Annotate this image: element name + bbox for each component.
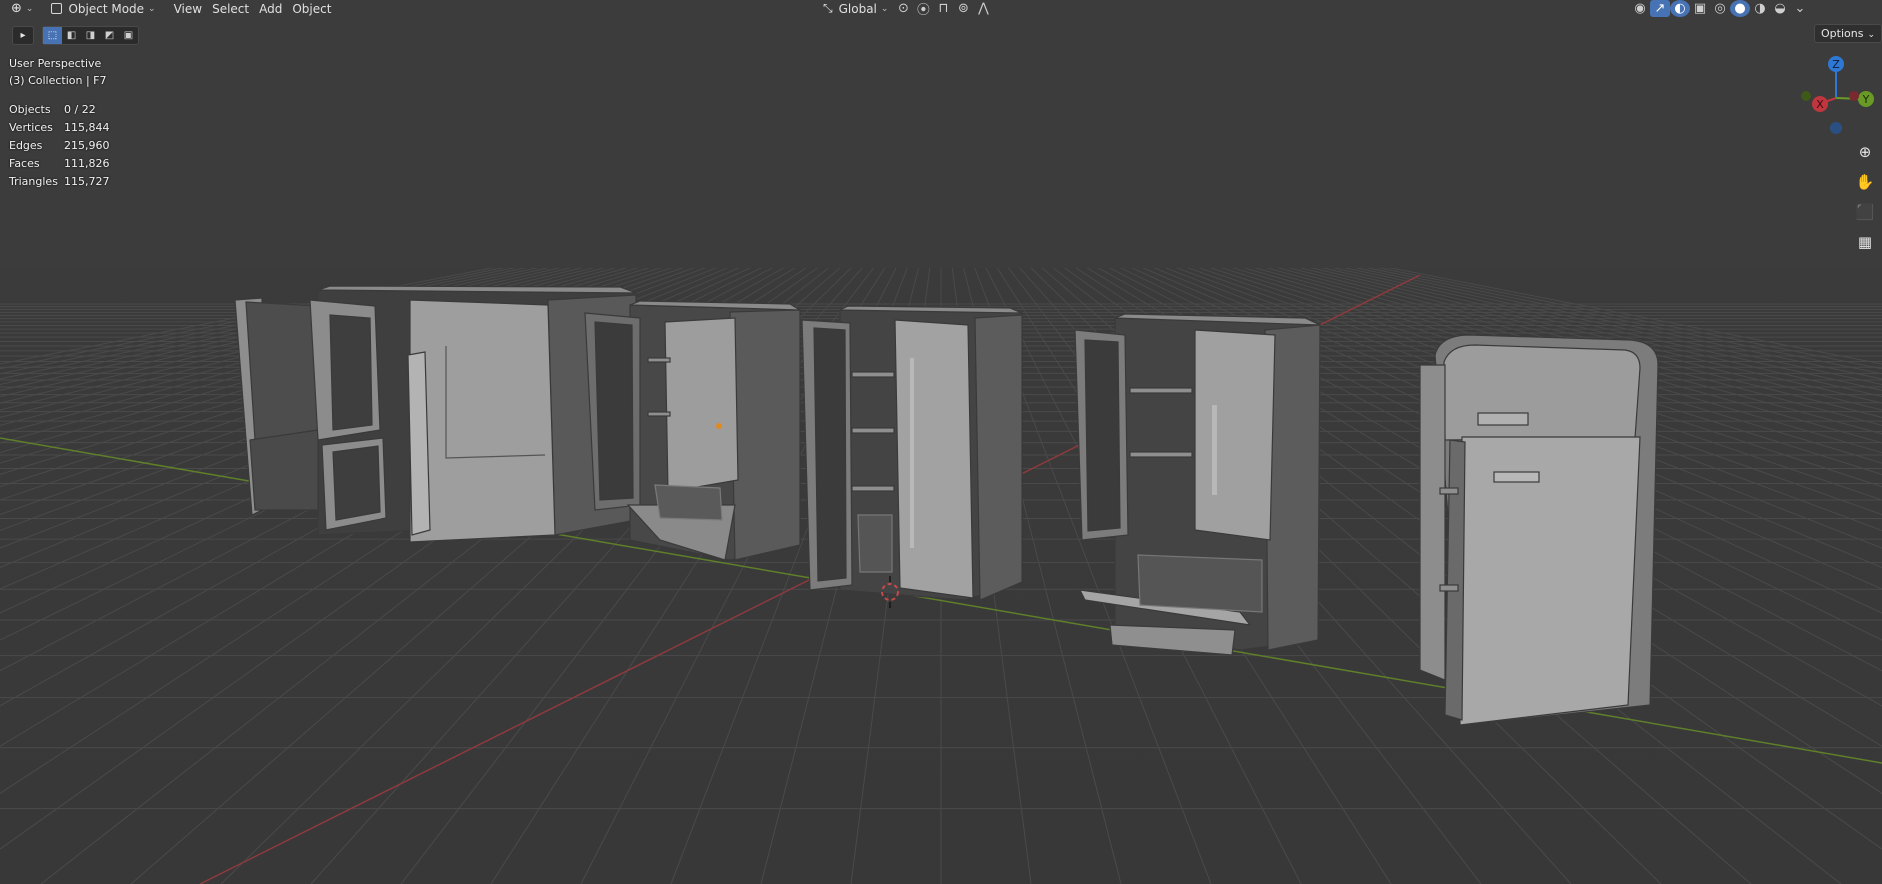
stat-label: Vertices [9, 121, 53, 134]
wireframe-shading-icon[interactable]: ◎ [1710, 0, 1730, 17]
proportional-editing-icon[interactable]: ⊚ [953, 0, 973, 17]
fridge-model[interactable] [234, 285, 637, 543]
stat-value: 115,844 [64, 121, 110, 134]
solid-shading-icon[interactable]: ● [1730, 0, 1750, 17]
select-tool-icon[interactable]: ▸ [12, 26, 34, 45]
fridge-model[interactable] [1419, 334, 1659, 726]
viewport-header: ⊕ ⌄ Object Mode ⌄ View Select Add Object ⤡… [0, 0, 1882, 18]
selection-mode-group: ⬚ ◧ ◨ ◩ ▣ [42, 26, 139, 45]
camera-icon[interactable]: ⬛ [1852, 199, 1878, 225]
transform-orientation-dropdown[interactable]: ⤡ Global ⌄ [818, 0, 893, 17]
menu-add[interactable]: Add [254, 0, 287, 17]
orientation-icon: ⤡ [823, 1, 833, 15]
view-name: User Perspective [9, 57, 102, 70]
editor-type-button[interactable]: ⊕ ⌄ [6, 0, 38, 17]
pivot-point-icon[interactable]: ⊙ [893, 0, 913, 17]
stat-row: Objects 0 / 22 [9, 101, 110, 119]
options-label: Options [1821, 27, 1864, 40]
stat-value: 115,727 [64, 175, 110, 188]
fridge-model[interactable] [1074, 313, 1321, 656]
menu-object[interactable]: Object [287, 0, 336, 17]
tool-settings: ▸ ⬚ ◧ ◨ ◩ ▣ [12, 26, 139, 45]
select-subtract-icon[interactable]: ◨ [81, 27, 100, 44]
select-extend-icon[interactable]: ◧ [62, 27, 81, 44]
gizmo-neg-y[interactable] [1801, 91, 1811, 101]
menu-select[interactable]: Select [207, 0, 254, 17]
select-invert-icon[interactable]: ◩ [100, 27, 119, 44]
orientation-label: Global [838, 1, 877, 16]
zoom-icon[interactable]: ⊕ [1852, 139, 1878, 165]
stat-value: 0 / 22 [64, 103, 96, 116]
collection-info: (3) Collection | F7 [9, 74, 107, 87]
gizmo-y-label: Y [1862, 93, 1870, 106]
stat-value: 215,960 [64, 139, 110, 152]
xray-toggle-icon[interactable]: ▣ [1690, 0, 1710, 17]
stat-label: Triangles [9, 175, 58, 188]
select-intersect-icon[interactable]: ▣ [119, 27, 138, 44]
overlay-toggle-icon[interactable]: ◐ [1670, 0, 1690, 17]
gizmo-neg-x[interactable] [1849, 91, 1859, 101]
menu-view[interactable]: View [169, 0, 207, 17]
fridge-model[interactable] [801, 305, 1023, 601]
scene-statistics: Objects 0 / 22 Vertices 115,844 Edges 215,9… [9, 101, 110, 191]
visibility-icon[interactable]: ◉ [1630, 0, 1650, 17]
gizmo-neg-z[interactable] [1830, 122, 1842, 134]
stat-label: Edges [9, 139, 43, 152]
material-shading-icon[interactable]: ◑ [1750, 0, 1770, 17]
stat-value: 111,826 [64, 157, 110, 170]
snap-target-icon[interactable]: ⊓ [933, 0, 953, 17]
snap-icon[interactable]: ⦿ [913, 0, 933, 18]
viewport-scene[interactable] [0, 0, 1882, 884]
navigation-gizmo[interactable]: Z Y X [1796, 52, 1876, 138]
stat-label: Faces [9, 157, 40, 170]
stat-row: Faces 111,826 [9, 155, 110, 173]
3d-viewport[interactable]: ⊕ ⌄ Object Mode ⌄ View Select Add Object ⤡… [0, 0, 1882, 884]
stat-row: Edges 215,960 [9, 137, 110, 155]
falloff-icon[interactable]: ⋀ [973, 0, 993, 17]
object-mode-icon [51, 3, 63, 14]
rendered-shading-icon[interactable]: ◒ [1770, 0, 1790, 17]
gizmo-x-label: X [1816, 98, 1824, 111]
stat-row: Triangles 115,727 [9, 173, 110, 191]
shading-options-icon[interactable]: ⌄ [1790, 0, 1810, 17]
options-dropdown[interactable]: Options ⌄ [1814, 24, 1882, 43]
hand-pan-icon[interactable]: ✋ [1852, 169, 1878, 195]
viewport-text-info: User Perspective (3) Collection | F7 [9, 55, 107, 90]
stat-label: Objects [9, 103, 51, 116]
3d-viewport-icon: ⊕ [11, 1, 22, 16]
gizmo-toggle-icon[interactable]: ↗ [1650, 0, 1670, 17]
ortho-grid-icon[interactable]: ▦ [1852, 229, 1878, 255]
stat-row: Vertices 115,844 [9, 119, 110, 137]
mode-dropdown[interactable]: Object Mode ⌄ [46, 0, 160, 17]
mode-label: Object Mode [68, 1, 145, 16]
gizmo-z-label: Z [1832, 58, 1840, 71]
select-new-icon[interactable]: ⬚ [43, 27, 62, 44]
